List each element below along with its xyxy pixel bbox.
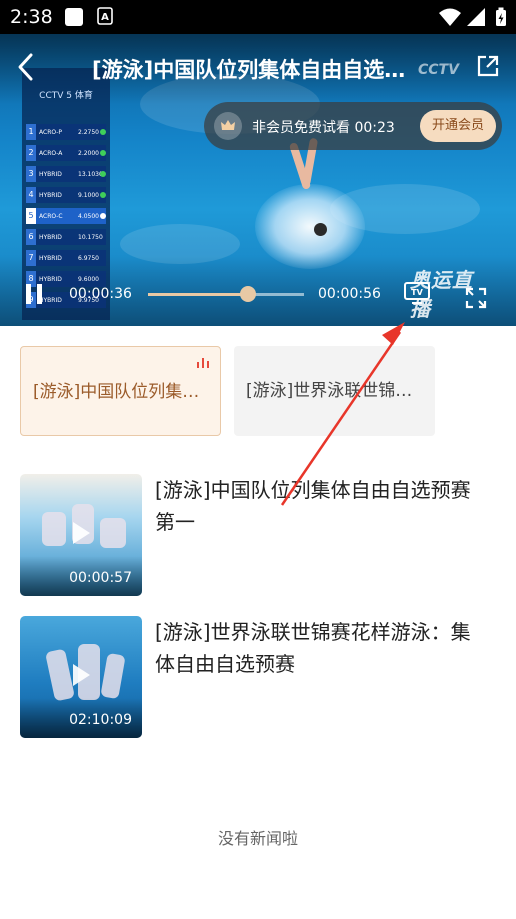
cctv-watermark: CCTV <box>418 62 459 78</box>
back-button[interactable] <box>14 52 38 82</box>
tv-cast-icon[interactable]: TV <box>404 282 430 304</box>
scoreboard-row: 2 ACRO-A 2.2000 <box>26 145 106 161</box>
video-duration: 00:00:57 <box>69 570 132 586</box>
scoreboard-row: 1 ACRO-P 2.2750 <box>26 124 106 140</box>
play-icon <box>73 664 90 686</box>
score-rank: 5 <box>26 208 36 224</box>
score-rank: 6 <box>26 229 36 245</box>
pause-button[interactable] <box>26 284 44 304</box>
score-rank: 4 <box>26 187 36 203</box>
score-name: ACRO-P <box>39 129 63 136</box>
wifi-icon <box>438 7 462 31</box>
episode-chip[interactable]: [游泳]世界泳联世锦赛花样游泳：集体自由自选预赛 <box>234 346 435 436</box>
signal-icon <box>466 7 486 31</box>
svg-text:TV: TV <box>411 288 423 297</box>
chevron-left-icon <box>18 53 33 81</box>
current-time: 00:00:36 <box>69 286 132 302</box>
score-name: HYBRID <box>39 276 62 283</box>
pause-icon <box>37 284 42 304</box>
score-rank: 1 <box>26 124 36 140</box>
status-dot <box>100 192 106 198</box>
video-duration: 02:10:09 <box>69 712 132 728</box>
video-title: [游泳]中国队位列集体自由自选预赛第一 <box>92 58 422 82</box>
score-name: ACRO-A <box>39 150 63 157</box>
score-rank: 3 <box>26 166 36 182</box>
open-vip-button[interactable]: 开通会员 <box>420 110 496 142</box>
scoreboard-row: 3 HYBRID 13.1030 <box>26 166 106 182</box>
fullscreen-button[interactable] <box>464 286 488 310</box>
pause-icon <box>26 284 31 304</box>
status-dot <box>100 129 106 135</box>
svg-text:A: A <box>101 12 109 23</box>
progress-thumb[interactable] <box>239 286 256 302</box>
score-rank: 7 <box>26 250 36 266</box>
status-dot <box>100 213 106 219</box>
swimmer-head <box>314 223 327 236</box>
trial-banner: 非会员免费试看 00:23 开通会员 <box>204 102 502 150</box>
scoreboard-row: 5 ACRO-C 4.0500 <box>26 208 106 224</box>
score-name: HYBRID <box>39 234 62 241</box>
external-link-icon <box>477 55 499 77</box>
score-name: HYBRID <box>39 255 62 262</box>
no-more-text: 没有新闻啦 <box>217 829 298 848</box>
score-value: 9.6000 <box>78 276 99 283</box>
episode-chip-active[interactable]: [游泳]中国队位列集体自由自选预赛第一 <box>20 346 221 436</box>
playing-equalizer-icon <box>197 358 213 368</box>
score-name: HYBRID <box>39 171 62 178</box>
video-thumbnail: 02:10:09 <box>20 616 142 738</box>
share-button[interactable] <box>476 54 500 78</box>
expand-icon <box>465 287 487 309</box>
progress-fill <box>148 293 248 296</box>
score-value: 4.0500 <box>78 213 99 220</box>
video-thumbnail: 00:00:57 <box>20 474 142 596</box>
score-rank: 2 <box>26 145 36 161</box>
battery-charging-icon <box>495 7 507 31</box>
video-detail-page: 2:38 A CCTV 5 体育 1 ACRO-P 2.2750 2 ACRO-… <box>0 0 516 919</box>
score-value: 2.2750 <box>78 129 99 136</box>
status-time: 2:38 <box>10 6 53 28</box>
video-list-item[interactable]: 00:00:57 [游泳]中国队位列集体自由自选预赛第一 <box>20 474 500 596</box>
status-dot <box>100 171 106 177</box>
score-value: 2.2000 <box>78 150 99 157</box>
crown-icon <box>214 112 242 140</box>
video-player[interactable]: CCTV 5 体育 1 ACRO-P 2.2750 2 ACRO-A 2.2000 3H… <box>0 34 516 326</box>
video-title-text: [游泳]世界泳联世锦赛花样游泳：集体自由自选预赛 <box>155 620 471 676</box>
trial-text: 非会员免费试看 00:23 <box>252 120 395 136</box>
total-time: 00:00:56 <box>318 286 381 302</box>
scoreboard-row: 4 HYBRID 9.1000 <box>26 187 106 203</box>
a-keyboard-icon: A <box>97 7 113 29</box>
scoreboard-row: 6 HYBRID 10.1750 <box>26 229 106 245</box>
video-list-item[interactable]: 02:10:09 [游泳]世界泳联世锦赛花样游泳：集体自由自选预赛 <box>20 616 500 738</box>
square-icon <box>64 7 84 31</box>
progress-bar[interactable] <box>148 286 304 302</box>
video-title-text: [游泳]中国队位列集体自由自选预赛第一 <box>155 478 471 534</box>
status-bar: 2:38 A <box>0 0 516 34</box>
score-value: 6.9750 <box>78 255 99 262</box>
play-icon <box>73 522 90 544</box>
score-value: 10.1750 <box>78 234 103 241</box>
score-name: HYBRID <box>39 192 62 199</box>
status-dot <box>100 150 106 156</box>
scoreboard-overlay: CCTV 5 体育 1 ACRO-P 2.2750 2 ACRO-A 2.2000 3H… <box>22 68 110 320</box>
scoreboard-row: 7 HYBRID 6.9750 <box>26 250 106 266</box>
score-value: 9.1000 <box>78 192 99 199</box>
score-name: ACRO-C <box>39 213 63 220</box>
